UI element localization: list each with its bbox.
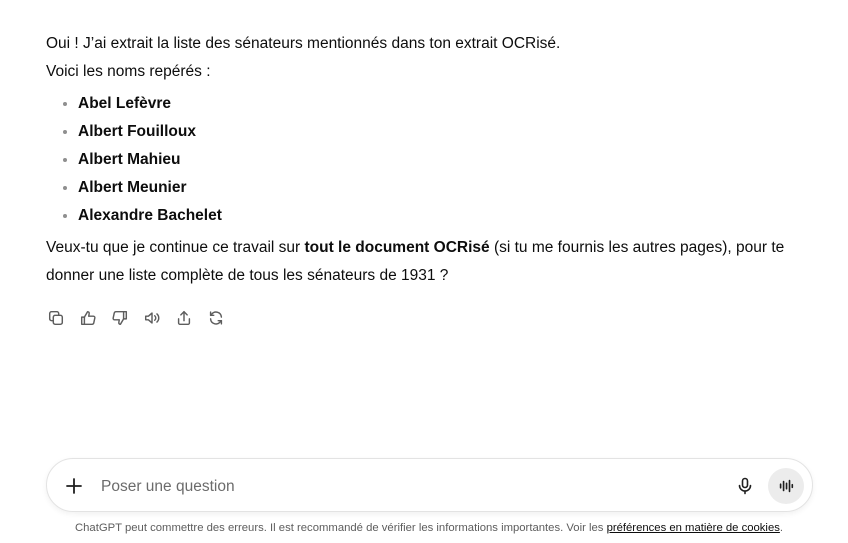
thumbs-up-button[interactable] <box>78 306 98 330</box>
voice-mode-button[interactable] <box>768 468 804 504</box>
list-item: Albert Mahieu <box>78 146 816 174</box>
regenerate-icon <box>209 311 223 325</box>
copy-icon <box>48 310 64 326</box>
intro-line-1: Oui ! J’ai extrait la liste des sénateur… <box>46 35 561 52</box>
thumbs-down-icon <box>112 310 128 326</box>
disclaimer-footer: ChatGPT peut commettre des erreurs. Il e… <box>0 522 848 534</box>
dictate-button[interactable] <box>735 476 755 496</box>
list-item: Alexandre Bachelet <box>78 202 816 230</box>
voice-waveform-icon <box>779 479 794 493</box>
plus-icon <box>66 478 82 494</box>
list-item: Abel Lefèvre <box>78 90 816 118</box>
assistant-message: Oui ! J’ai extrait la liste des sénateur… <box>46 30 816 290</box>
followup-bold: tout le document OCRisé <box>304 239 490 256</box>
disclaimer-end: . <box>779 522 784 534</box>
list-item: Albert Fouilloux <box>78 118 816 146</box>
share-icon <box>177 310 191 326</box>
followup-text-start: Veux-tu que je continue ce travail sur <box>46 239 305 256</box>
intro-line-2: Voici les noms repérés : <box>46 63 211 80</box>
followup-question: Veux-tu que je continue ce travail sur t… <box>46 234 816 290</box>
message-actions <box>46 306 226 330</box>
prompt-input[interactable] <box>99 473 703 501</box>
thumbs-up-icon <box>80 310 96 326</box>
read-aloud-icon <box>144 312 160 324</box>
disclaimer-text: ChatGPT peut commettre des erreurs. Il e… <box>74 522 607 534</box>
copy-button[interactable] <box>46 306 66 330</box>
add-attachment-button[interactable] <box>63 475 85 497</box>
message-composer <box>46 458 813 512</box>
cookie-preferences-link[interactable]: préférences en matière de cookies <box>607 522 780 534</box>
share-button[interactable] <box>174 306 194 330</box>
thumbs-down-button[interactable] <box>110 306 130 330</box>
read-aloud-button[interactable] <box>142 306 162 330</box>
regenerate-button[interactable] <box>206 306 226 330</box>
senator-list: Abel Lefèvre Albert Fouilloux Albert Mah… <box>46 90 816 230</box>
microphone-icon <box>738 477 752 495</box>
list-item: Albert Meunier <box>78 174 816 202</box>
